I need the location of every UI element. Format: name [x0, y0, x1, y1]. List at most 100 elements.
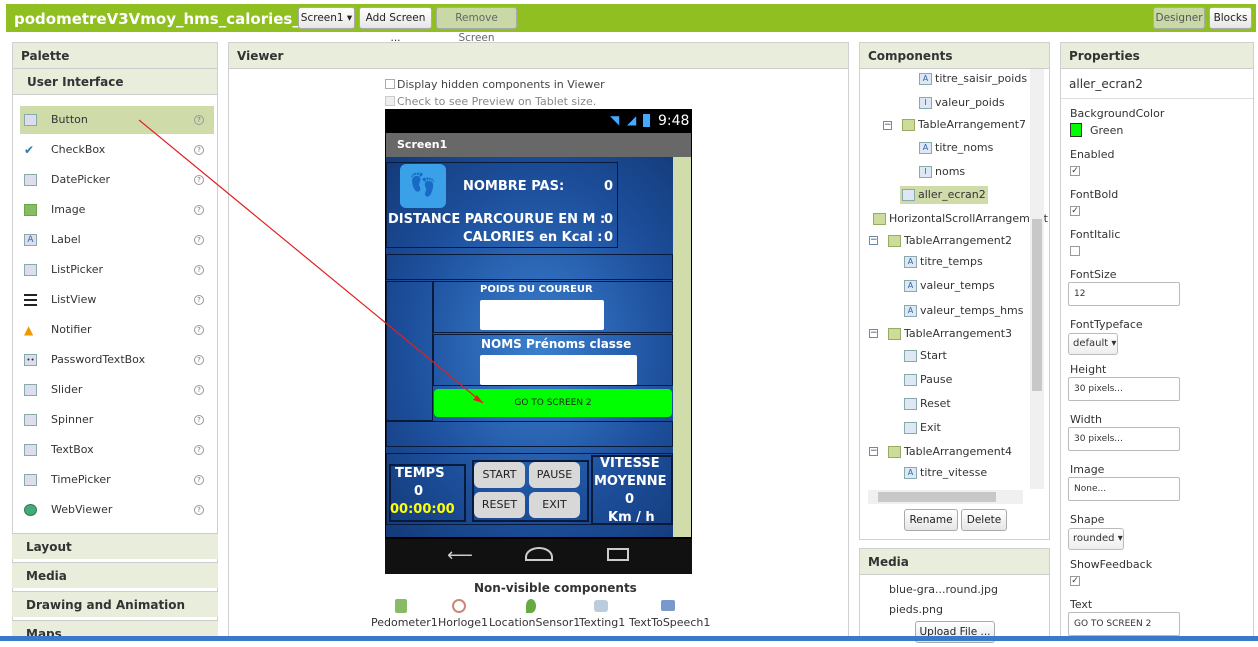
help-icon[interactable]: ?	[194, 235, 204, 245]
add-screen-button[interactable]: Add Screen ...	[359, 7, 432, 44]
bgcolor-value[interactable]: Green	[1090, 124, 1123, 137]
help-icon[interactable]: ?	[194, 145, 204, 155]
tree-item[interactable]: Pause	[904, 372, 952, 388]
image-input[interactable]: None...	[1068, 477, 1180, 501]
enabled-checkbox[interactable]: ✓	[1070, 166, 1080, 176]
help-icon[interactable]: ?	[194, 505, 204, 515]
exit-button[interactable]: EXIT	[529, 492, 580, 518]
blocks-button[interactable]: Blocks	[1209, 7, 1252, 29]
tree-item[interactable]: HorizontalScrollArrangement	[873, 211, 1048, 227]
fontbold-checkbox[interactable]: ✓	[1070, 206, 1080, 216]
media-section[interactable]: Media	[12, 562, 218, 588]
palette-item-label[interactable]: A Label?	[20, 226, 214, 254]
goto-screen2-button[interactable]: GO TO SCREEN 2	[434, 389, 672, 417]
collapse-toggle[interactable]: −	[883, 121, 892, 130]
palette-item-spinner[interactable]: Spinner?	[20, 406, 214, 434]
label-icon: A	[919, 73, 932, 85]
height-input[interactable]: 30 pixels...	[1068, 377, 1180, 401]
palette-item-listview[interactable]: ListView?	[20, 286, 214, 314]
delete-button[interactable]: Delete	[961, 509, 1007, 531]
tree-item[interactable]: Atitre_vitesse	[904, 465, 987, 481]
home-icon[interactable]	[525, 547, 553, 561]
start-button[interactable]: START	[474, 462, 525, 488]
collapse-toggle[interactable]: −	[869, 329, 878, 338]
h-scroll-thumb[interactable]	[878, 492, 996, 502]
help-icon[interactable]: ?	[194, 445, 204, 455]
palette-item-textbox[interactable]: TextBox?	[20, 436, 214, 464]
tree-item[interactable]: TableArrangement2	[888, 233, 1012, 249]
tree-item[interactable]: Inoms	[919, 164, 965, 180]
height-label: Height	[1070, 363, 1107, 376]
remove-screen-button[interactable]: Remove Screen	[436, 7, 517, 44]
text-input[interactable]: GO TO SCREEN 2	[1068, 612, 1180, 636]
tree-item[interactable]: TableArrangement7	[902, 117, 1026, 133]
nonvisible-horloge[interactable]: Horloge1	[438, 616, 488, 629]
tree-item[interactable]: Exit	[904, 420, 941, 436]
nonvisible-location[interactable]: LocationSensor1	[489, 616, 580, 629]
width-input[interactable]: 30 pixels...	[1068, 427, 1180, 451]
designer-button[interactable]: Designer	[1153, 7, 1205, 29]
palette-item-notifier[interactable]: ▲ Notifier?	[20, 316, 214, 344]
palette-item-passwordtextbox[interactable]: •• PasswordTextBox?	[20, 346, 214, 374]
help-icon[interactable]: ?	[194, 295, 204, 305]
tree-item[interactable]: Atitre_noms	[919, 140, 993, 156]
tree-item[interactable]: Start	[904, 348, 947, 364]
help-icon[interactable]: ?	[194, 325, 204, 335]
palette-item-datepicker[interactable]: DatePicker?	[20, 166, 214, 194]
noms-input[interactable]	[480, 355, 637, 385]
tree-item[interactable]: Atitre_temps	[904, 254, 983, 270]
collapse-toggle[interactable]: −	[869, 447, 878, 456]
help-icon[interactable]: ?	[194, 115, 204, 125]
clock-icon	[24, 474, 37, 486]
bgcolor-swatch[interactable]	[1070, 123, 1082, 137]
recents-icon[interactable]	[607, 548, 629, 561]
rename-button[interactable]: Rename	[904, 509, 958, 531]
help-icon[interactable]: ?	[194, 475, 204, 485]
collapse-toggle[interactable]: −	[869, 236, 878, 245]
media-file[interactable]: blue-gra...round.jpg	[889, 582, 998, 598]
drawing-animation-section[interactable]: Drawing and Animation	[12, 591, 218, 617]
shape-select[interactable]: rounded ▾	[1068, 528, 1124, 550]
tree-item[interactable]: TableArrangement4	[888, 444, 1012, 460]
user-interface-section[interactable]: User Interface	[13, 69, 217, 95]
palette-item-button[interactable]: Button?	[20, 106, 214, 134]
vertical-scrollbar[interactable]	[1030, 69, 1044, 489]
fontsize-input[interactable]: 12	[1068, 282, 1180, 306]
reset-button[interactable]: RESET	[474, 492, 525, 518]
palette-item-checkbox[interactable]: ✔ CheckBox?	[20, 136, 214, 164]
palette-item-listpicker[interactable]: ListPicker?	[20, 256, 214, 284]
tree-item[interactable]: Avaleur_temps_hms	[904, 303, 1024, 319]
palette-item-image[interactable]: Image?	[20, 196, 214, 224]
tree-item[interactable]: Reset	[904, 396, 951, 412]
palette-item-slider[interactable]: Slider?	[20, 376, 214, 404]
nonvisible-texting[interactable]: Texting1	[579, 616, 625, 629]
help-icon[interactable]: ?	[194, 415, 204, 425]
tree-item-selected[interactable]: aller_ecran2	[900, 186, 988, 204]
tree-item[interactable]: Ivaleur_poids	[919, 95, 1005, 111]
help-icon[interactable]: ?	[194, 205, 204, 215]
poids-input[interactable]	[480, 300, 604, 330]
palette-item-timepicker[interactable]: TimePicker?	[20, 466, 214, 494]
help-icon[interactable]: ?	[194, 385, 204, 395]
fontitalic-checkbox[interactable]	[1070, 246, 1080, 256]
typeface-select[interactable]: default ▾	[1068, 333, 1118, 355]
tree-item[interactable]: Avaleur_temps	[904, 278, 995, 294]
horizontal-scrollbar[interactable]	[868, 490, 1023, 504]
pause-button[interactable]: PAUSE	[529, 462, 580, 488]
media-file[interactable]: pieds.png	[889, 602, 943, 618]
help-icon[interactable]: ?	[194, 355, 204, 365]
layout-section[interactable]: Layout	[12, 533, 218, 559]
showfeedback-checkbox[interactable]: ✓	[1070, 576, 1080, 586]
hidden-components-checkbox[interactable]	[385, 79, 395, 89]
help-icon[interactable]: ?	[194, 175, 204, 185]
tree-item[interactable]: Atitre_saisir_poids	[919, 71, 1027, 87]
scroll-thumb[interactable]	[1032, 219, 1042, 391]
screen-select[interactable]: Screen1 ▾	[298, 7, 355, 29]
tablet-preview-checkbox[interactable]	[385, 96, 395, 106]
palette-item-webviewer[interactable]: WebViewer?	[20, 496, 214, 524]
nonvisible-tts[interactable]: TextToSpeech1	[629, 616, 710, 629]
help-icon[interactable]: ?	[194, 265, 204, 275]
tree-item[interactable]: TableArrangement3	[888, 326, 1012, 342]
back-icon[interactable]: ⟵	[447, 545, 473, 566]
nonvisible-pedometer[interactable]: Pedometer1	[371, 616, 438, 629]
